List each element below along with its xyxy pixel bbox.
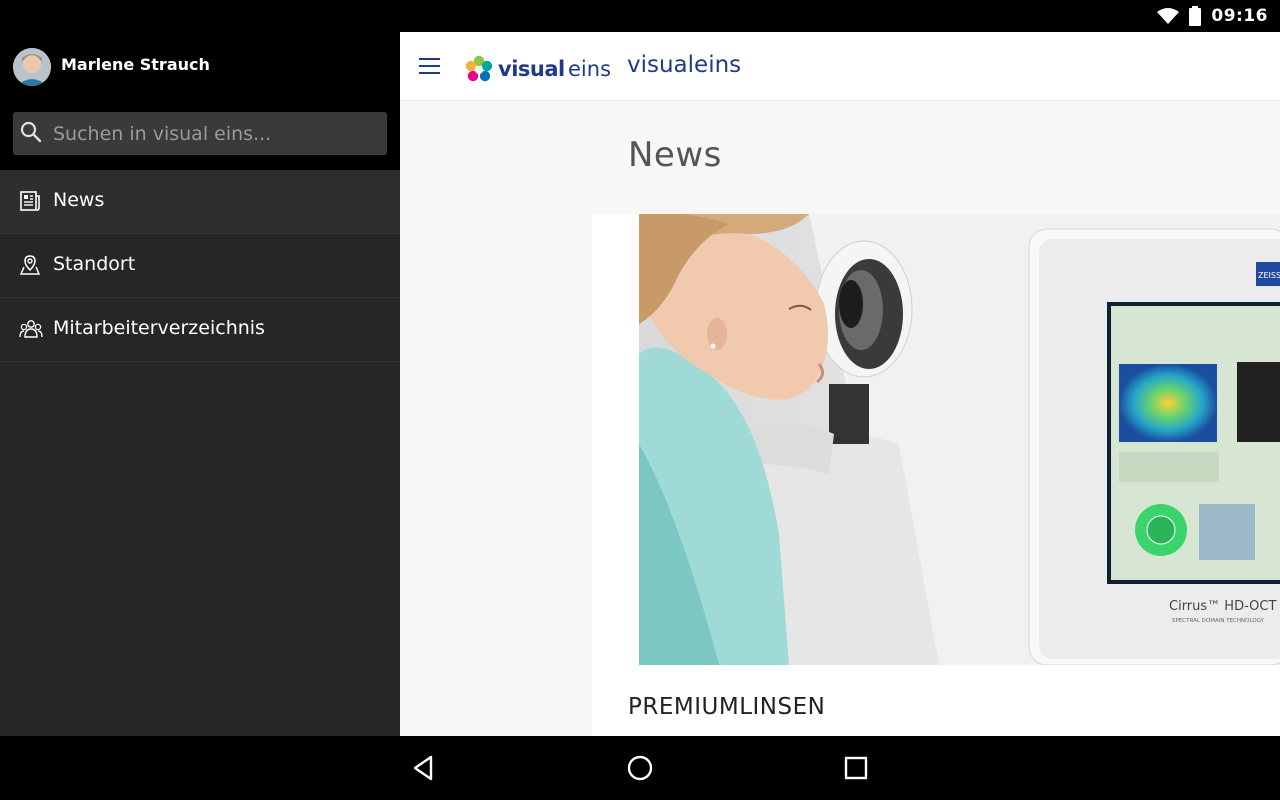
avatar-image	[13, 48, 51, 86]
drawer-item-mitarbeiterverzeichnis[interactable]: Mitarbeiterverzeichnis	[0, 298, 400, 362]
device-brand-text: ZEISS	[1258, 271, 1280, 280]
news-card-title: PREMIUMLINSEN	[628, 694, 826, 720]
news-icon	[20, 191, 40, 211]
news-card-image: Cirrus™ HD-OCT SPECTRAL DOMAIN TECHNOLOG…	[639, 214, 1280, 665]
people-icon	[19, 320, 43, 338]
location-icon	[19, 255, 41, 275]
search-icon	[20, 121, 42, 143]
drawer-item-label: Standort	[53, 253, 136, 275]
eye-exam-photo: Cirrus™ HD-OCT SPECTRAL DOMAIN TECHNOLOG…	[639, 214, 1280, 665]
news-card[interactable]: Cirrus™ HD-OCT SPECTRAL DOMAIN TECHNOLOG…	[592, 214, 1280, 736]
logo-text-primary: visual	[498, 57, 565, 81]
status-icons: 09:16	[1157, 0, 1268, 32]
system-nav-bar	[0, 736, 1280, 800]
recents-icon[interactable]	[842, 754, 870, 782]
drawer-header: Marlene Strauch	[0, 32, 400, 170]
status-time: 09:16	[1211, 6, 1268, 26]
brand-logo: visual eins	[464, 55, 614, 85]
wifi-icon	[1157, 8, 1180, 24]
drawer-item-label: News	[53, 189, 105, 211]
battery-icon	[1189, 6, 1202, 26]
main-content: visual eins visualeins News Cirrus™ HD-O…	[400, 32, 1280, 736]
brand-name: visualeins	[627, 52, 742, 78]
search-input[interactable]	[53, 112, 378, 155]
menu-icon[interactable]	[419, 57, 441, 75]
navigation-drawer: Marlene Strauch News Standort	[0, 32, 400, 736]
user-name: Marlene Strauch	[61, 55, 210, 74]
page-title: News	[628, 135, 722, 175]
drawer-item-standort[interactable]: Standort	[0, 234, 400, 298]
device-sub-text: SPECTRAL DOMAIN TECHNOLOGY	[1172, 618, 1265, 624]
app-bar: visual eins visualeins	[400, 32, 1280, 101]
status-bar: 09:16	[0, 0, 1280, 32]
back-icon[interactable]	[410, 754, 438, 782]
drawer-item-label: Mitarbeiterverzeichnis	[53, 317, 265, 339]
logo-text-secondary: eins	[568, 57, 612, 81]
home-icon[interactable]	[626, 754, 654, 782]
search-box[interactable]	[13, 112, 387, 155]
drawer-item-news[interactable]: News	[0, 170, 400, 234]
device-name-text: Cirrus™ HD-OCT	[1169, 599, 1276, 614]
avatar[interactable]	[13, 48, 51, 86]
logo-flower-icon	[465, 55, 493, 82]
